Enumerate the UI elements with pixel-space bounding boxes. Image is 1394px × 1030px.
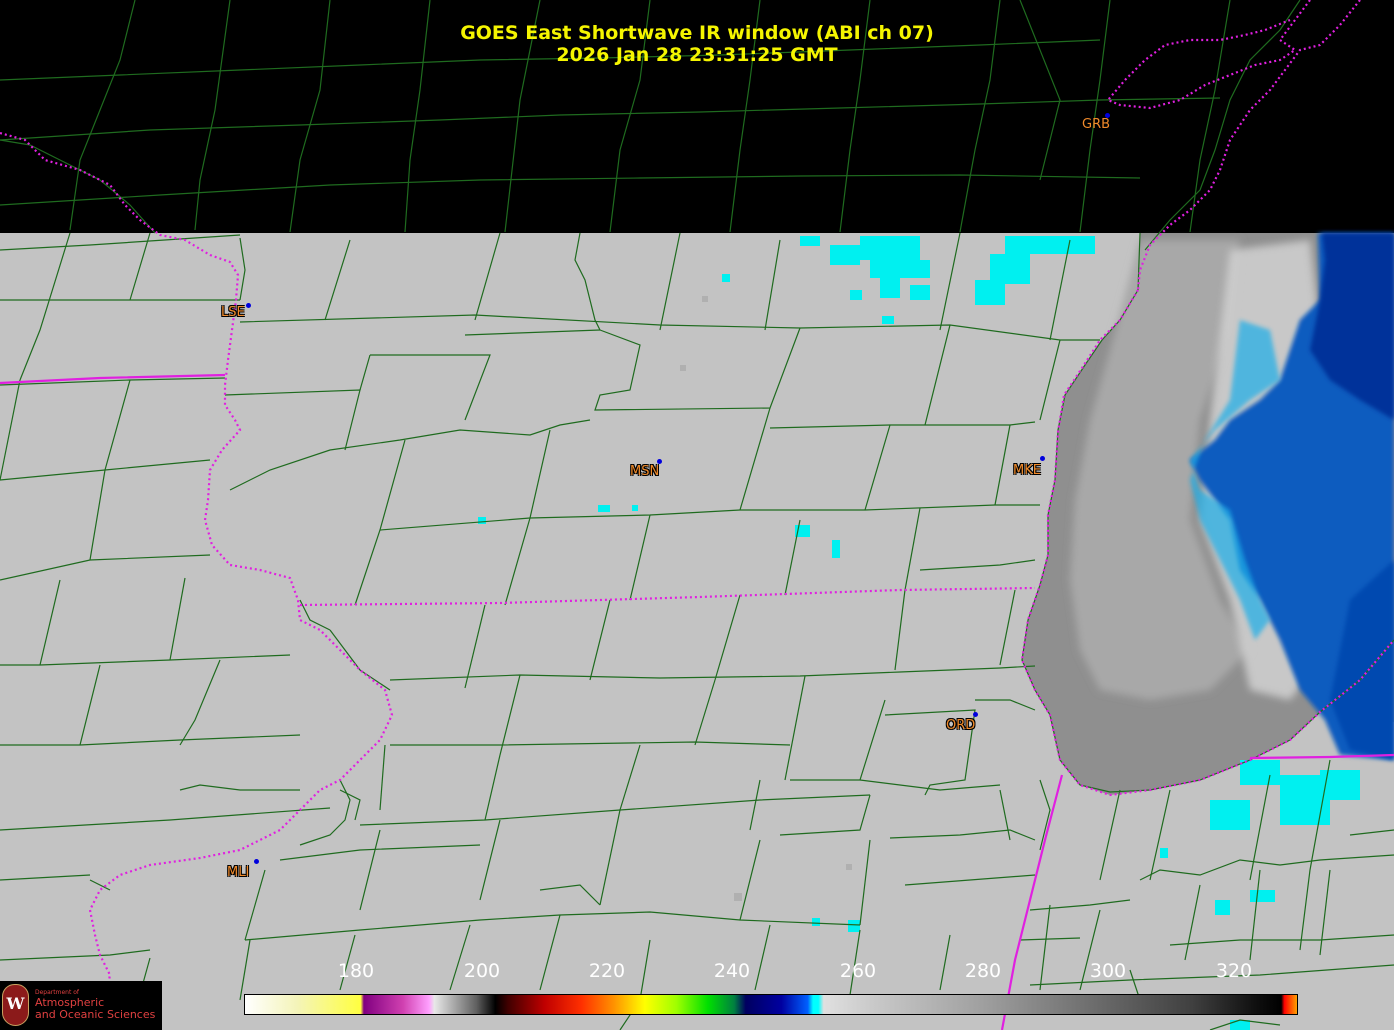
temperature-colorbar bbox=[244, 994, 1298, 1015]
aos-logo: W Department of Atmospheric and Oceanic … bbox=[0, 981, 162, 1030]
colorbar-tick: 300 bbox=[1089, 960, 1127, 982]
colorbar-tick: 200 bbox=[463, 960, 501, 982]
satellite-map bbox=[0, 0, 1394, 1030]
logo-line-3: and Oceanic Sciences bbox=[35, 1008, 156, 1021]
station-dot-ord bbox=[973, 712, 978, 717]
station-label-mli: MLI bbox=[227, 865, 250, 880]
colorbar-tick: 320 bbox=[1215, 960, 1253, 982]
university-seal-icon: W bbox=[2, 984, 29, 1026]
station-label-mke: MKE bbox=[1013, 463, 1041, 478]
colorbar-tick: 260 bbox=[839, 960, 877, 982]
colorbar-tick: 280 bbox=[964, 960, 1002, 982]
colorbar-tick-labels: 180 200 220 240 260 280 300 320 bbox=[0, 960, 1394, 986]
station-label-ord: ORD bbox=[946, 718, 976, 733]
image-title: GOES East Shortwave IR window (ABI ch 07… bbox=[460, 22, 934, 44]
station-dot-mli bbox=[254, 859, 259, 864]
logo-line-1: Department of bbox=[35, 989, 79, 996]
colorbar-tick: 220 bbox=[588, 960, 626, 982]
satellite-viewer: GOES East Shortwave IR window (ABI ch 07… bbox=[0, 0, 1394, 1030]
station-label-msn: MSN bbox=[630, 464, 660, 479]
station-dot-mke bbox=[1040, 456, 1045, 461]
image-timestamp: 2026 Jan 28 23:31:25 GMT bbox=[556, 44, 838, 66]
station-label-grb: GRB bbox=[1082, 117, 1111, 132]
colorbar-tick: 240 bbox=[713, 960, 751, 982]
station-label-lse: LSE bbox=[221, 305, 245, 320]
station-dot-lse bbox=[246, 303, 251, 308]
colorbar-tick: 180 bbox=[337, 960, 375, 982]
